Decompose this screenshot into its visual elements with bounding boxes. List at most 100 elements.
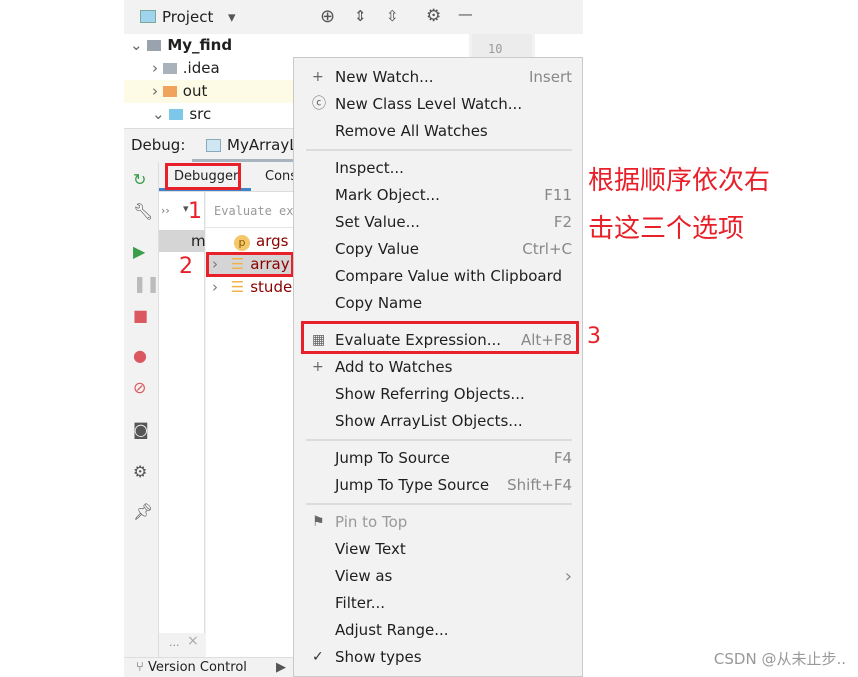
debug-toolbar: ↻ 🔧︎ ▶ ❚❚ ■ ● ⊘ ◙ ⚙ 📌︎: [124, 162, 160, 657]
menu-item-new-watch[interactable]: + New Watch... Insert: [294, 64, 582, 91]
menu-item-jump-to-type-source[interactable]: Jump To Type Source Shift+F4: [294, 472, 582, 499]
menu-separator: [294, 435, 582, 445]
pause-icon[interactable]: ❚❚: [133, 274, 160, 293]
branch-icon: ⑂: [136, 660, 144, 675]
parameter-icon: p: [234, 235, 250, 251]
menu-item-adjust-range[interactable]: Adjust Range...: [294, 617, 582, 644]
menu-item-inspect[interactable]: Inspect...: [294, 155, 582, 182]
step-3-label: 3: [587, 324, 601, 349]
tree-item-my-find[interactable]: ⌄ My_find: [124, 34, 469, 57]
play-icon: ▶: [276, 660, 286, 675]
variable-students[interactable]: › ☰ stude: [212, 278, 292, 296]
menu-item-set-value[interactable]: Set Value... F2: [294, 209, 582, 236]
class-watch-icon: ⓒ: [312, 96, 326, 112]
camera-icon[interactable]: ◙: [133, 420, 149, 439]
instruction-note-line2: 击这三个选项: [588, 214, 745, 244]
add-watch-icon: +: [312, 359, 324, 375]
menu-item-label: New Watch...: [335, 68, 434, 86]
menu-separator: [294, 499, 582, 509]
more-icon[interactable]: ››: [161, 204, 170, 217]
menu-item-label: Show types: [335, 648, 422, 666]
menu-item-pin-to-top[interactable]: ⚑ Pin to Top: [294, 509, 582, 536]
minimize-icon[interactable]: —: [458, 5, 473, 23]
highlight-array-variable: [206, 252, 294, 277]
menu-item-show-types[interactable]: ✓ Show types: [294, 644, 582, 671]
pin-icon[interactable]: 📌︎: [133, 502, 153, 521]
locate-icon[interactable]: ⊕: [320, 6, 335, 27]
variable-args[interactable]: p args: [234, 232, 288, 251]
frames-more[interactable]: ...: [169, 636, 180, 649]
mute-breakpoints-icon[interactable]: ⊘: [133, 378, 146, 397]
menu-item-label: Copy Value: [335, 240, 420, 258]
folder-icon: [162, 86, 177, 97]
settings-icon[interactable]: ⚙: [133, 462, 147, 481]
plus-icon: +: [312, 69, 324, 85]
menu-item-show-arraylist-objects[interactable]: Show ArrayList Objects...: [294, 408, 582, 435]
version-control-tab[interactable]: ⑂ Version Control ▶: [124, 657, 294, 677]
rerun-icon[interactable]: ↻: [133, 170, 146, 189]
list-icon: ☰: [230, 278, 245, 296]
project-title[interactable]: Project: [162, 8, 213, 26]
menu-item-label: Jump To Type Source: [335, 476, 490, 494]
debug-config-tab[interactable]: MyArrayL: [227, 136, 298, 154]
menu-item-label: Remove All Watches: [335, 122, 488, 140]
menu-item-add-to-watches[interactable]: + Add to Watches: [294, 354, 582, 381]
highlight-evaluate-expression: [301, 321, 579, 354]
menu-item-label: Inspect...: [335, 159, 404, 177]
context-menu: + New Watch... Insert ⓒ New Class Level Watc…: [293, 57, 583, 677]
project-icon: [140, 10, 156, 23]
menu-item-new-class-level-watch[interactable]: ⓒ New Class Level Watch...: [294, 91, 582, 118]
menu-item-copy-name[interactable]: Copy Name: [294, 290, 582, 317]
menu-separator: [294, 145, 582, 155]
menu-item-label: View Text: [335, 540, 406, 558]
step-1-label: 1: [188, 199, 202, 224]
menu-item-label: Set Value...: [335, 213, 420, 231]
close-icon[interactable]: ×: [187, 633, 199, 649]
menu-item-copy-value[interactable]: Copy Value Ctrl+C: [294, 236, 582, 263]
menu-item-remove-all-watches[interactable]: Remove All Watches: [294, 118, 582, 145]
menu-item-show-referring-objects[interactable]: Show Referring Objects...: [294, 381, 582, 408]
menu-item-view-as[interactable]: View as ›: [294, 563, 582, 590]
menu-item-filter[interactable]: Filter...: [294, 590, 582, 617]
shortcut: F11: [544, 186, 572, 204]
menu-item-label: New Class Level Watch...: [335, 95, 523, 113]
menu-item-label: Show Referring Objects...: [335, 385, 525, 403]
menu-item-compare-value-with-clipboard[interactable]: Compare Value with Clipboard: [294, 263, 582, 290]
menu-item-view-text[interactable]: View Text: [294, 536, 582, 563]
module-icon: [147, 40, 162, 51]
evaluate-input[interactable]: Evaluate ex: [214, 204, 293, 218]
menu-item-label: Filter...: [335, 594, 386, 612]
shortcut: Ctrl+C: [522, 240, 572, 258]
gear-icon[interactable]: ⚙: [426, 6, 441, 26]
stop-icon[interactable]: ■: [133, 306, 148, 325]
chevron-right-icon: ›: [564, 566, 572, 587]
chevron-down-icon[interactable]: ▾: [228, 8, 236, 26]
folder-icon: [162, 63, 177, 74]
collapse-all-icon[interactable]: ⇳: [386, 7, 399, 25]
expand-all-icon[interactable]: ⇕: [354, 7, 367, 25]
instruction-note-line1: 根据顺序依次右: [588, 166, 771, 196]
wrench-icon[interactable]: 🔧︎: [133, 202, 153, 221]
resume-icon[interactable]: ▶: [133, 242, 145, 261]
menu-item-label: View as: [335, 567, 393, 585]
line-number: 10: [488, 42, 503, 56]
menu-item-mark-object[interactable]: Mark Object... F11: [294, 182, 582, 209]
menu-item-label: Add to Watches: [335, 358, 453, 376]
run-config-icon: [206, 139, 221, 152]
shortcut: Insert: [528, 68, 572, 86]
menu-item-label: Compare Value with Clipboard: [335, 267, 563, 285]
step-2-label: 2: [179, 254, 193, 279]
menu-item-label: Jump To Source: [335, 449, 450, 467]
debug-label: Debug:: [131, 136, 186, 154]
project-header: Project ▾ ⊕ ⇕ ⇳ ⚙ —: [124, 0, 484, 34]
shortcut: F2: [553, 213, 572, 231]
folder-icon: [169, 109, 184, 120]
menu-item-label: Adjust Range...: [335, 621, 449, 639]
flag-icon: ⚑: [312, 514, 325, 530]
menu-item-label: Show ArrayList Objects...: [335, 412, 523, 430]
watermark: CSDN @从未止步..: [713, 650, 846, 668]
menu-item-jump-to-source[interactable]: Jump To Source F4: [294, 445, 582, 472]
breakpoints-icon[interactable]: ●: [133, 346, 147, 365]
frame-item[interactable]: m: [191, 232, 206, 250]
shortcut: F4: [553, 449, 572, 467]
